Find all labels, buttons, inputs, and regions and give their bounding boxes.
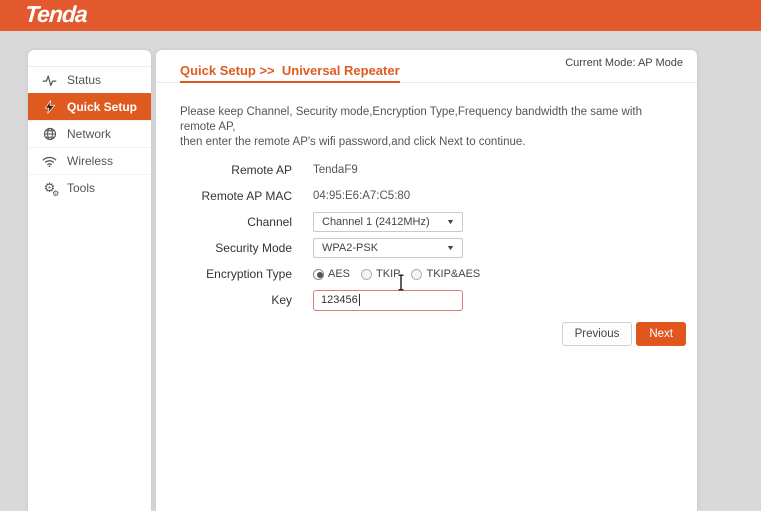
sidebar-item-label: Tools xyxy=(67,181,95,195)
sidebar-item-quick-setup[interactable]: Quick Setup xyxy=(28,93,151,120)
mouse-ibeam-cursor xyxy=(396,274,406,296)
radio-option-tkip[interactable]: TKIP xyxy=(361,268,400,280)
security-mode-select[interactable]: WPA2-PSK ▼ xyxy=(313,238,463,258)
card-header: Current Mode: AP Mode Quick Setup >> Uni… xyxy=(156,50,697,83)
sidebar-item-label: Quick Setup xyxy=(67,100,137,114)
security-mode-label: Security Mode xyxy=(156,241,292,255)
security-mode-selected-value: WPA2-PSK xyxy=(322,242,378,254)
breadcrumb[interactable]: Quick Setup >> Universal Repeater xyxy=(180,63,400,83)
wizard-buttons: Previous Next xyxy=(156,322,686,346)
sidebar-item-wireless[interactable]: Wireless xyxy=(28,147,151,174)
text-caret xyxy=(359,294,360,306)
channel-label: Channel xyxy=(156,215,292,229)
main-content-card: Current Mode: AP Mode Quick Setup >> Uni… xyxy=(156,50,697,511)
globe-icon xyxy=(42,127,57,142)
key-row: Key 123456 xyxy=(156,290,697,310)
encryption-type-row: Encryption Type AES TKIP TKIP&AES xyxy=(156,264,697,284)
top-header-bar: Tenda xyxy=(0,0,761,31)
encryption-type-label: Encryption Type xyxy=(156,267,292,281)
key-label: Key xyxy=(156,293,292,307)
sidebar-nav: Status Quick Setup Network Wireless ⚙⚙ T… xyxy=(28,50,151,511)
sidebar-item-tools[interactable]: ⚙⚙ Tools xyxy=(28,174,151,201)
radio-button-icon xyxy=(361,269,372,280)
chevron-down-icon: ▼ xyxy=(446,219,455,226)
remote-ap-value: TendaF9 xyxy=(313,164,358,176)
description-line-2: then enter the remote AP's wifi password… xyxy=(180,135,673,150)
remote-ap-mac-label: Remote AP MAC xyxy=(156,189,292,203)
remote-ap-row: Remote AP TendaF9 xyxy=(156,160,697,180)
description-text: Please keep Channel, Security mode,Encry… xyxy=(180,105,673,150)
wifi-icon xyxy=(42,154,57,169)
sidebar-item-label: Wireless xyxy=(67,154,113,168)
sidebar-item-network[interactable]: Network xyxy=(28,120,151,147)
tenda-logo: Tenda xyxy=(24,1,88,28)
previous-button[interactable]: Previous xyxy=(562,322,633,346)
activity-icon xyxy=(42,73,57,88)
radio-option-tkip-aes[interactable]: TKIP&AES xyxy=(411,268,480,280)
chevron-down-icon: ▼ xyxy=(446,245,455,252)
sidebar-item-label: Network xyxy=(67,127,111,141)
repeater-form: Remote AP TendaF9 Remote AP MAC 04:95:E6… xyxy=(156,160,697,346)
remote-ap-mac-value: 04:95:E6:A7:C5:80 xyxy=(313,190,410,202)
bolt-icon xyxy=(42,100,57,115)
radio-option-aes[interactable]: AES xyxy=(313,268,350,280)
radio-button-icon xyxy=(313,269,324,280)
key-input-value: 123456 xyxy=(321,294,358,306)
channel-selected-value: Channel 1 (2412MHz) xyxy=(322,216,430,228)
remote-ap-label: Remote AP xyxy=(156,163,292,177)
current-mode-label: Current Mode: AP Mode xyxy=(565,57,683,69)
next-button[interactable]: Next xyxy=(636,322,686,346)
channel-row: Channel Channel 1 (2412MHz) ▼ xyxy=(156,212,697,232)
security-mode-row: Security Mode WPA2-PSK ▼ xyxy=(156,238,697,258)
gear-icon: ⚙⚙ xyxy=(42,181,57,196)
key-input[interactable]: 123456 xyxy=(313,290,463,311)
description-line-1: Please keep Channel, Security mode,Encry… xyxy=(180,105,673,135)
radio-button-icon xyxy=(411,269,422,280)
remote-ap-mac-row: Remote AP MAC 04:95:E6:A7:C5:80 xyxy=(156,186,697,206)
sidebar-item-label: Status xyxy=(67,73,101,87)
sidebar-item-status[interactable]: Status xyxy=(28,66,151,93)
channel-select[interactable]: Channel 1 (2412MHz) ▼ xyxy=(313,212,463,232)
